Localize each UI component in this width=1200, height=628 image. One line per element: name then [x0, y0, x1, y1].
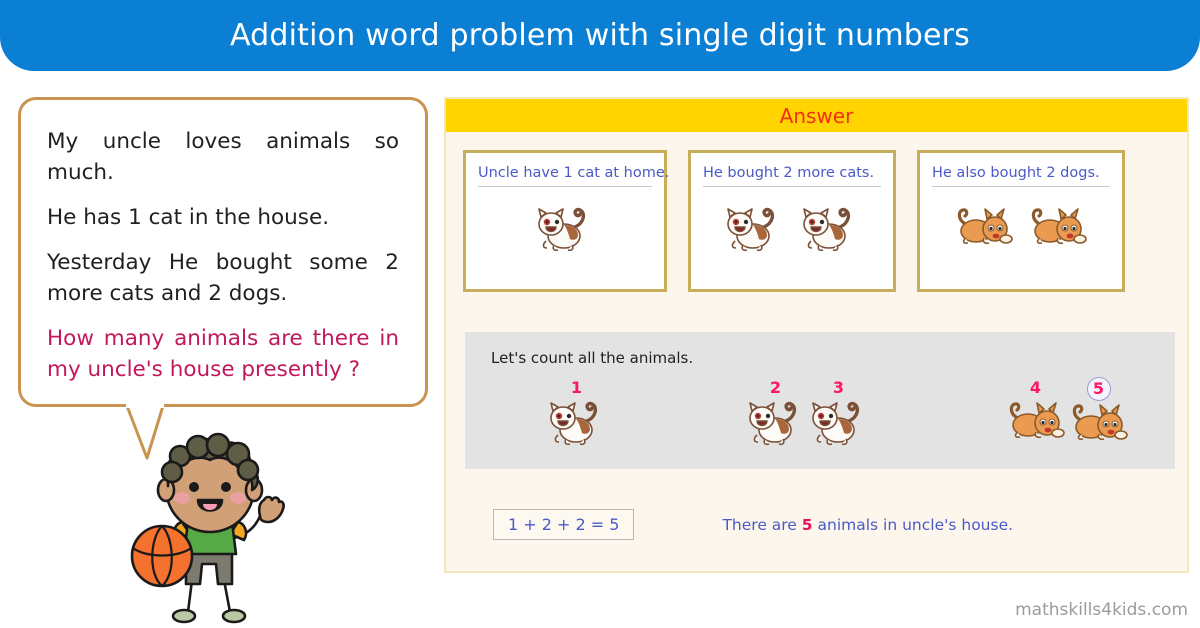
boy-character-illustration: [130, 432, 285, 624]
cat-icon: [811, 401, 859, 446]
cat-icon: [538, 207, 586, 252]
count-group-1: 1: [545, 377, 608, 447]
cat-icon: [727, 207, 775, 252]
count-instruction-label: Let's count all the animals.: [491, 349, 694, 367]
count-item: 2: [744, 377, 807, 447]
step-animal-group: [466, 205, 664, 253]
problem-line-2: He has 1 cat in the house.: [47, 205, 330, 230]
count-item: 5: [1067, 377, 1130, 447]
count-group-3: 4 5: [1004, 377, 1130, 447]
conclusion-suffix: animals in uncle's house.: [812, 515, 1014, 534]
conclusion-number: 5: [801, 515, 813, 534]
step-caption: Uncle have 1 cat at home.: [478, 165, 669, 187]
dog-icon: [957, 208, 1013, 245]
step-boxes-row: Uncle have 1 cat at home. He bought 2 mo…: [463, 150, 1175, 292]
page-header-band: Addition word problem with single digit …: [0, 0, 1200, 71]
equation-box: 1 + 2 + 2 = 5: [493, 509, 635, 540]
answer-title: Answer: [779, 103, 854, 128]
dog-icon: [1031, 208, 1087, 245]
eye-right: [221, 482, 231, 492]
basketball-icon: [130, 524, 194, 588]
answer-panel: Answer Uncle have 1 cat at home. He boug…: [444, 97, 1189, 573]
step-animal-group: [920, 205, 1122, 247]
count-groups-row: 1 2 3 4 5: [545, 377, 1155, 447]
dog-icon: [1072, 404, 1128, 441]
problem-question: How many animals are there in my uncle's…: [47, 326, 399, 382]
cat-icon: [803, 207, 851, 252]
site-watermark: mathskills4kids.com: [1015, 600, 1188, 620]
answer-header-band: Answer: [446, 99, 1187, 132]
count-item: 3: [807, 377, 870, 447]
count-number: 3: [832, 378, 845, 397]
count-number: 4: [1029, 378, 1042, 397]
step-caption: He bought 2 more cats.: [703, 165, 881, 187]
dog-icon: [1009, 402, 1065, 439]
cat-icon: [748, 401, 796, 446]
count-item: 4: [1004, 377, 1067, 447]
cat-icon: [549, 401, 597, 446]
count-all-animals-box: Let's count all the animals. 1 2 3 4 5: [465, 332, 1175, 469]
problem-line-3: Yesterday He bought some 2 more cats and…: [47, 250, 399, 306]
problem-speech-bubble: My uncle loves animals so much. He has 1…: [18, 97, 428, 407]
count-number: 2: [769, 378, 782, 397]
cheek-left: [174, 492, 190, 504]
step-box-1: Uncle have 1 cat at home.: [463, 150, 669, 292]
equation-conclusion-row: 1 + 2 + 2 = 5 There are 5 animals in unc…: [493, 509, 1013, 540]
step-box-3: He also bought 2 dogs.: [917, 150, 1125, 292]
step-animal-group: [691, 205, 893, 253]
conclusion-prefix: There are: [722, 515, 802, 534]
page-title: Addition word problem with single digit …: [229, 18, 971, 53]
problem-line-1: My uncle loves animals so much.: [47, 129, 399, 185]
step-caption: He also bought 2 dogs.: [932, 165, 1110, 187]
eye-left: [189, 482, 199, 492]
count-group-2: 2 3: [744, 377, 870, 447]
conclusion-text: There are 5 animals in uncle's house.: [722, 516, 1013, 534]
count-number: 1: [570, 378, 583, 397]
count-item: 1: [545, 377, 608, 447]
cheek-right: [230, 492, 246, 504]
count-number-circled: 5: [1086, 377, 1111, 401]
step-box-2: He bought 2 more cats.: [688, 150, 896, 292]
